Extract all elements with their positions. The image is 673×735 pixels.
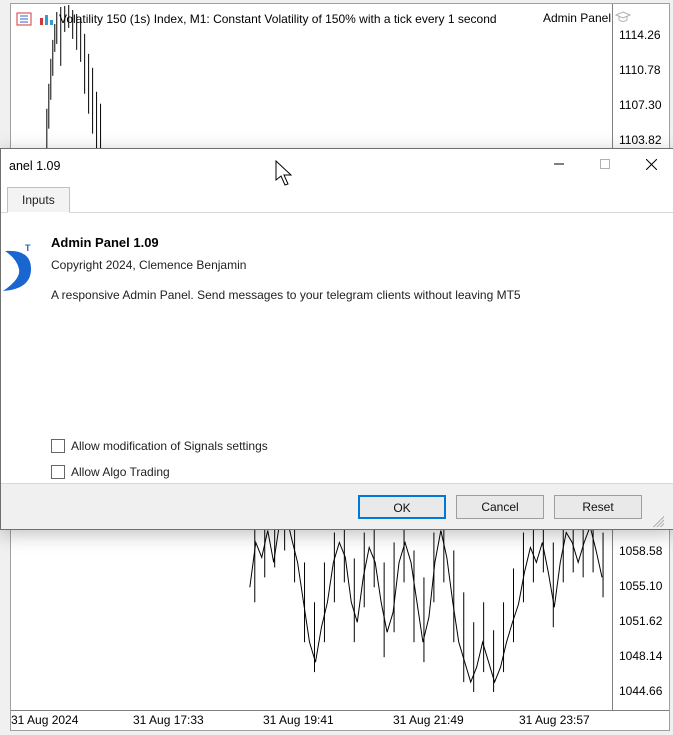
dialog-title: anel 1.09 xyxy=(9,159,536,173)
y-tick: 1055.10 xyxy=(619,579,662,593)
x-tick: 31 Aug 2024 xyxy=(11,713,78,727)
y-tick: 1048.14 xyxy=(619,649,662,663)
checkbox-row-signals[interactable]: Allow modification of Signals settings xyxy=(51,439,268,453)
app-description: A responsive Admin Panel. Send messages … xyxy=(51,288,660,302)
dialog-tabs: Inputs xyxy=(1,183,673,213)
y-tick: 1103.82 xyxy=(619,133,662,147)
checkbox-label: Allow Algo Trading xyxy=(71,465,170,479)
y-tick: 1051.62 xyxy=(619,614,662,628)
reset-button[interactable]: Reset xyxy=(554,495,642,519)
app-copyright: Copyright 2024, Clemence Benjamin xyxy=(51,258,660,272)
graduation-cap-icon xyxy=(615,10,631,26)
tab-inputs[interactable]: Inputs xyxy=(7,187,70,213)
x-tick: 31 Aug 21:49 xyxy=(393,713,464,727)
app-logo-icon: T xyxy=(1,241,35,299)
maximize-button xyxy=(582,149,628,179)
y-tick: 1114.26 xyxy=(619,28,661,42)
properties-dialog: anel 1.09 Inputs T Admin Panel 1.09 Copy… xyxy=(0,148,673,530)
dialog-footer: OK Cancel Reset xyxy=(1,483,673,529)
close-button[interactable] xyxy=(628,149,673,179)
bars-icon[interactable] xyxy=(37,11,55,27)
checkbox-icon[interactable] xyxy=(51,439,65,453)
checkbox-label: Allow modification of Signals settings xyxy=(71,439,268,453)
chart-overlay-ea-label: Admin Panel xyxy=(543,11,611,25)
y-tick: 1058.58 xyxy=(619,544,662,558)
ok-button[interactable]: OK xyxy=(358,495,446,519)
y-tick: 1107.30 xyxy=(619,98,662,112)
dialog-body: T Admin Panel 1.09 Copyright 2024, Cleme… xyxy=(1,213,673,483)
cancel-button[interactable]: Cancel xyxy=(456,495,544,519)
minimize-button[interactable] xyxy=(536,149,582,179)
x-tick: 31 Aug 17:33 xyxy=(133,713,204,727)
checkbox-icon[interactable] xyxy=(51,465,65,479)
svg-text:T: T xyxy=(25,243,31,253)
window-controls xyxy=(536,149,673,183)
checkbox-row-algo[interactable]: Allow Algo Trading xyxy=(51,465,268,479)
y-tick: 1110.78 xyxy=(619,63,661,77)
x-axis: 31 Aug 2024 31 Aug 17:33 31 Aug 19:41 31… xyxy=(11,710,669,730)
doc-icon[interactable] xyxy=(15,11,33,27)
y-tick: 1044.66 xyxy=(619,684,662,698)
chart-title: Volatility 150 (1s) Index, M1: Constant … xyxy=(59,12,497,26)
x-tick: 31 Aug 19:41 xyxy=(263,713,334,727)
resize-grip-icon[interactable] xyxy=(650,513,664,527)
app-title: Admin Panel 1.09 xyxy=(51,235,660,250)
dialog-titlebar[interactable]: anel 1.09 xyxy=(1,149,673,183)
x-tick: 31 Aug 23:57 xyxy=(519,713,590,727)
